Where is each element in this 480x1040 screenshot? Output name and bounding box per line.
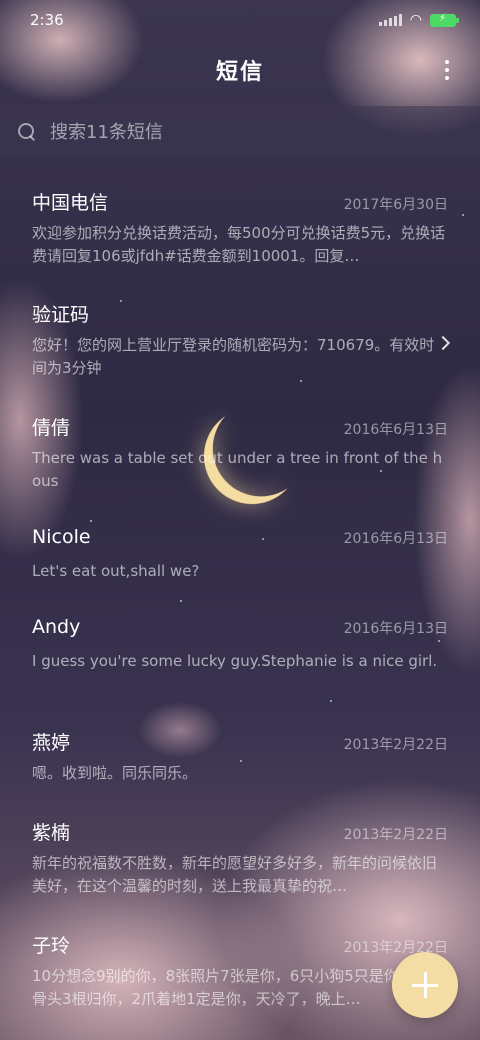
list-item[interactable]: 中国电信 2017年6月30日 欢迎参加积分兑换话费活动，每500分可兑换话费5…: [0, 188, 480, 300]
battery-charging-icon: ⚡: [430, 13, 459, 27]
app-header: 短信: [0, 40, 480, 100]
page-title: 短信: [215, 60, 264, 85]
message-preview: 10分想念9别的你，8张照片7张是你，6只小狗5只是你，4根骨头3根归你，2爪着…: [32, 967, 439, 1008]
status-time: 2:36: [30, 11, 64, 29]
search-bar[interactable]: [0, 106, 480, 158]
sender-name: 验证码: [32, 304, 90, 326]
message-preview: 您好！您的网上营业厅登录的随机密码为：710679。有效时间为3分钟: [32, 336, 435, 377]
sender-name: 燕婷: [32, 732, 71, 754]
search-input[interactable]: [50, 121, 430, 143]
message-date: 2016年6月13日: [343, 531, 448, 547]
list-item[interactable]: Andy 2016年6月13日 I guess you're some luck…: [0, 616, 480, 728]
message-list: 中国电信 2017年6月30日 欢迎参加积分兑换话费活动，每500分可兑换话费5…: [0, 188, 480, 1040]
message-date: 2013年2月22日: [343, 737, 448, 753]
message-date: 2017年6月30日: [343, 197, 448, 213]
compose-button[interactable]: [392, 952, 458, 1018]
sender-name: 子玲: [32, 935, 71, 957]
message-preview: Let's eat out,shall we?: [32, 562, 200, 580]
message-date: 2013年2月22日: [343, 827, 448, 843]
more-vertical-icon[interactable]: [444, 60, 450, 80]
signal-icon: [378, 14, 402, 26]
message-preview: 欢迎参加积分兑换话费活动，每500分可兑换话费5元，兑换话费请回复106或jfd…: [32, 224, 446, 265]
message-date: 2016年6月13日: [343, 621, 448, 637]
sender-name: Nicole: [32, 526, 91, 548]
sender-name: 紫楠: [32, 822, 71, 844]
list-item[interactable]: 倩倩 2016年6月13日 There was a table set out …: [0, 413, 480, 526]
message-preview: There was a table set out under a tree i…: [32, 449, 443, 490]
message-preview: I guess you're some lucky guy.Stephanie …: [32, 652, 438, 670]
sender-name: 中国电信: [32, 192, 109, 214]
message-preview: 新年的祝福数不胜数，新年的愿望好多好多，新年的问候依旧美好，在这个温馨的时刻，送…: [32, 854, 438, 895]
search-icon: [18, 123, 36, 141]
sender-name: Andy: [32, 616, 81, 638]
list-item[interactable]: Nicole 2016年6月13日 Let's eat out,shall we…: [0, 526, 480, 616]
wifi-icon: ◠: [409, 12, 422, 28]
sender-name: 倩倩: [32, 417, 71, 439]
list-item[interactable]: 紫楠 2013年2月22日 新年的祝福数不胜数，新年的愿望好多好多，新年的问候依…: [0, 818, 480, 931]
message-date: 2016年6月13日: [343, 422, 448, 438]
message-preview: 嗯。收到啦。同乐同乐。: [32, 764, 198, 782]
list-item[interactable]: 燕婷 2013年2月22日 嗯。收到啦。同乐同乐。: [0, 728, 480, 818]
status-bar: 2:36 ◠ ⚡: [0, 0, 480, 40]
list-item[interactable]: 验证码 您好！您的网上营业厅登录的随机密码为：710679。有效时间为3分钟: [0, 300, 480, 413]
